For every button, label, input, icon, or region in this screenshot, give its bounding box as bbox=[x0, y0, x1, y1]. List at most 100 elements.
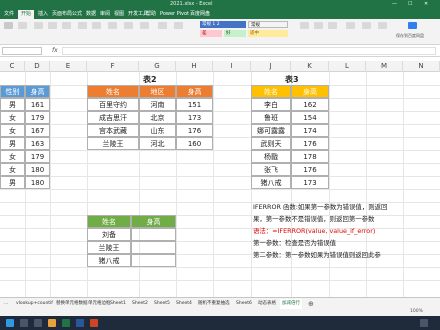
table-left-cell[interactable]: 180 bbox=[25, 176, 50, 189]
table2-cell[interactable]: 山东 bbox=[139, 124, 176, 137]
table2-cell[interactable]: 151 bbox=[176, 98, 213, 111]
table2-header-height[interactable]: 身高 bbox=[176, 85, 213, 98]
tab-help[interactable]: 帮助 bbox=[146, 10, 156, 19]
col-header-k[interactable]: K bbox=[291, 61, 329, 72]
paste-icon[interactable] bbox=[4, 22, 13, 29]
table-left-cell[interactable]: 女 bbox=[0, 150, 25, 163]
tab-formulas[interactable]: 公式 bbox=[72, 10, 82, 19]
close-button[interactable]: ✕ bbox=[424, 1, 428, 7]
table2-cell[interactable]: 北京 bbox=[139, 111, 176, 124]
style-normal-1-2[interactable]: 常规 1 2 bbox=[200, 21, 246, 28]
sheet-tab[interactable]: 动态表格 bbox=[256, 299, 278, 309]
table3-cell[interactable]: 李白 bbox=[251, 98, 291, 111]
style-good[interactable]: 好 bbox=[224, 30, 246, 37]
table2-cell[interactable]: 173 bbox=[176, 111, 213, 124]
table2-header-name[interactable]: 姓名 bbox=[87, 85, 139, 98]
file-explorer-icon[interactable] bbox=[48, 319, 56, 327]
lookup-cell[interactable] bbox=[131, 254, 176, 267]
excel-icon[interactable] bbox=[62, 319, 70, 327]
table3-cell[interactable]: 154 bbox=[291, 111, 329, 124]
maximize-button[interactable]: ☐ bbox=[408, 1, 412, 7]
table-format-icon[interactable] bbox=[174, 22, 183, 29]
table2-header-region[interactable]: 地区 bbox=[139, 85, 176, 98]
sort-filter-icon[interactable] bbox=[362, 22, 371, 29]
table-left-cell[interactable]: 180 bbox=[25, 163, 50, 176]
wrap-text-icon[interactable] bbox=[92, 22, 101, 29]
table2-cell[interactable]: 百里守约 bbox=[87, 98, 139, 111]
table3-cell[interactable]: 173 bbox=[291, 176, 329, 189]
powerpoint-icon[interactable] bbox=[90, 319, 98, 327]
tab-baidu-pan[interactable]: 百度网盘 bbox=[190, 10, 210, 19]
word-icon[interactable] bbox=[76, 319, 84, 327]
table-left-header-height[interactable]: 身高 bbox=[25, 85, 50, 98]
conditional-format-icon[interactable] bbox=[158, 22, 167, 29]
table3-cell[interactable]: 176 bbox=[291, 137, 329, 150]
sheet-tab-more[interactable]: ... bbox=[2, 299, 10, 309]
search-icon[interactable] bbox=[20, 319, 28, 327]
style-normal[interactable]: 常规 bbox=[248, 21, 288, 28]
lookup-header-height[interactable]: 身高 bbox=[131, 215, 176, 228]
col-header-f[interactable]: F bbox=[87, 61, 139, 72]
col-header-j[interactable]: J bbox=[251, 61, 291, 72]
table3-cell[interactable]: 鲁班 bbox=[251, 111, 291, 124]
sheet-tab[interactable]: vlookup+countif bbox=[14, 299, 55, 309]
notification-icon[interactable] bbox=[420, 319, 428, 327]
sheet-tab[interactable]: Sheet5 bbox=[152, 299, 172, 309]
table2-cell[interactable]: 成吉思汗 bbox=[87, 111, 139, 124]
windows-start-icon[interactable] bbox=[6, 319, 14, 327]
table-left-cell[interactable]: 179 bbox=[25, 150, 50, 163]
table-left-cell[interactable]: 男 bbox=[0, 137, 25, 150]
sum-icon[interactable] bbox=[346, 22, 355, 29]
lookup-header-name[interactable]: 姓名 bbox=[87, 215, 131, 228]
baidu-cloud-icon[interactable] bbox=[408, 22, 417, 29]
table3-header-name[interactable]: 姓名 bbox=[251, 85, 291, 98]
font-icon[interactable] bbox=[34, 22, 43, 29]
tab-data[interactable]: 数据 bbox=[86, 10, 96, 19]
table-left-cell[interactable]: 女 bbox=[0, 163, 25, 176]
sheet-tab[interactable]: Sheet4 bbox=[174, 299, 194, 309]
col-header-m[interactable]: M bbox=[366, 61, 403, 72]
find-select-icon[interactable] bbox=[378, 22, 387, 29]
table-left-cell[interactable]: 179 bbox=[25, 111, 50, 124]
table3-cell[interactable]: 武则天 bbox=[251, 137, 291, 150]
lookup-cell[interactable] bbox=[131, 228, 176, 241]
table-left-header-gender[interactable]: 性别 bbox=[0, 85, 25, 98]
table3-cell[interactable]: 张飞 bbox=[251, 163, 291, 176]
col-header-i[interactable]: I bbox=[213, 61, 251, 72]
table-left-cell[interactable]: 男 bbox=[0, 98, 25, 111]
table2-cell[interactable]: 160 bbox=[176, 137, 213, 150]
formula-input[interactable] bbox=[62, 47, 436, 55]
delete-cells-icon[interactable] bbox=[314, 22, 323, 29]
table-left-cell[interactable]: 163 bbox=[25, 137, 50, 150]
table3-cell[interactable]: 162 bbox=[291, 98, 329, 111]
table-left-cell[interactable]: 女 bbox=[0, 124, 25, 137]
tab-view[interactable]: 视图 bbox=[114, 10, 124, 19]
table3-cell[interactable]: 178 bbox=[291, 150, 329, 163]
table-left-cell[interactable]: 男 bbox=[0, 176, 25, 189]
name-box[interactable] bbox=[2, 47, 42, 55]
zoom-level[interactable]: 100% bbox=[410, 309, 423, 314]
table3-header-height[interactable]: 身高 bbox=[291, 85, 329, 98]
table3-cell[interactable]: 176 bbox=[291, 163, 329, 176]
number-format-icon[interactable] bbox=[124, 22, 133, 29]
tab-file[interactable]: 文件 bbox=[4, 10, 14, 19]
table-left-cell[interactable]: 167 bbox=[25, 124, 50, 137]
col-header-e[interactable]: E bbox=[50, 61, 87, 72]
tab-power-pivot[interactable]: Power Pivot bbox=[160, 10, 189, 19]
lookup-cell[interactable]: 兰陵王 bbox=[87, 241, 131, 254]
col-header-c[interactable]: C bbox=[0, 61, 25, 72]
table2-cell[interactable]: 河北 bbox=[139, 137, 176, 150]
table2-cell[interactable]: 河南 bbox=[139, 98, 176, 111]
tab-home[interactable]: 开始 bbox=[18, 10, 35, 19]
col-header-n[interactable]: N bbox=[403, 61, 440, 72]
sheet-tab[interactable]: Sheet2 bbox=[130, 299, 150, 309]
table3-cell[interactable]: 猪八戒 bbox=[251, 176, 291, 189]
tab-developer[interactable]: 开发工具 bbox=[128, 10, 148, 19]
sheet-tab[interactable]: 替换单元格数据 bbox=[54, 299, 90, 309]
task-view-icon[interactable] bbox=[34, 319, 42, 327]
format-cells-icon[interactable] bbox=[328, 22, 337, 29]
sheet-tab[interactable]: Sheet6 bbox=[234, 299, 254, 309]
table-left-cell[interactable]: 女 bbox=[0, 111, 25, 124]
fill-color-icon[interactable] bbox=[62, 22, 71, 29]
percent-icon[interactable] bbox=[140, 22, 149, 29]
